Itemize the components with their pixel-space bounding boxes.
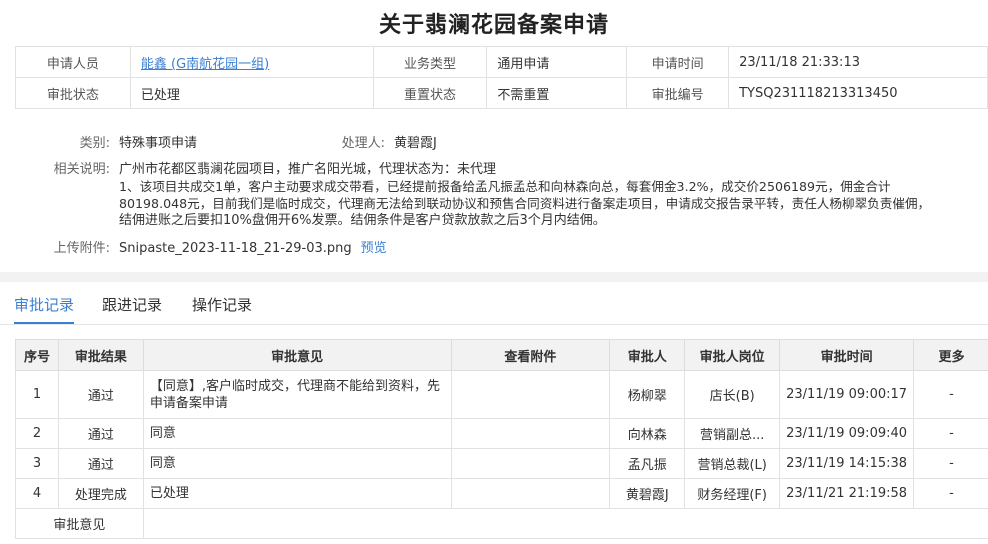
- category-label: 类别:: [79, 136, 110, 151]
- desc-label: 相关说明:: [53, 162, 110, 177]
- section-divider: [0, 272, 988, 282]
- approval-status-label: 审批状态: [15, 77, 131, 109]
- handler-value: 黄碧霞J: [394, 136, 437, 151]
- tab-operation-records[interactable]: 操作记录: [192, 284, 252, 324]
- table-row: 2 通过 同意 向林森 营销副总... 23/11/19 09:09:40 -: [15, 418, 988, 449]
- tab-approval-records[interactable]: 审批记录: [14, 284, 75, 324]
- table-footer-row: 审批意见: [15, 508, 988, 539]
- approval-no-value: TYSQ231118213313450: [728, 77, 988, 109]
- info-table: 申请人员 能鑫 (G南航花园一组) 业务类型 通用申请 申请时间 23/11/1…: [15, 46, 988, 109]
- tab-underline: [0, 324, 988, 325]
- apply-time-value: 23/11/18 21:33:13: [728, 46, 988, 78]
- table-row: 3 通过 同意 孟凡振 营销总裁(L) 23/11/19 14:15:38 -: [15, 448, 988, 479]
- business-type-value: 通用申请: [486, 46, 628, 78]
- header-result: 审批结果: [57, 339, 144, 371]
- applicant-link[interactable]: 能鑫 (G南航花园一组): [141, 57, 269, 72]
- header-time: 审批时间: [779, 339, 915, 371]
- table-row: 1 通过 【同意】,客户临时成交，代理商不能给到资料，先申请备案申请 杨柳翠 店…: [15, 370, 988, 419]
- attachment-filename: Snipaste_2023-11-18_21-29-03.png: [119, 241, 352, 256]
- page-title: 关于翡澜花园备案申请: [378, 13, 609, 38]
- approval-status-value: 已处理: [129, 77, 374, 109]
- apply-time-label: 申请时间: [626, 46, 730, 78]
- business-type-label: 业务类型: [372, 46, 488, 78]
- category-value: 特殊事项申请: [119, 136, 198, 151]
- header-opinion: 审批意见: [142, 339, 452, 371]
- table-row: 4 处理完成 已处理 黄碧霞J 财务经理(F) 23/11/21 21:19:5…: [15, 478, 988, 509]
- approval-opinion-footer-label: 审批意见: [15, 508, 144, 539]
- header-approver: 审批人: [609, 339, 686, 371]
- handler-label: 处理人:: [341, 136, 385, 151]
- header-post: 审批人岗位: [684, 339, 781, 371]
- approval-opinion-footer-value: [142, 508, 988, 539]
- header-attachment: 查看附件: [450, 339, 611, 371]
- approval-no-label: 审批编号: [626, 77, 730, 109]
- preview-link[interactable]: 预览: [361, 241, 387, 256]
- header-no: 序号: [15, 339, 59, 371]
- reset-status-value: 不需重置: [486, 77, 628, 109]
- tab-follow-up-records[interactable]: 跟进记录: [102, 284, 162, 324]
- table-header-row: 序号 审批结果 审批意见 查看附件 审批人 审批人岗位 审批时间 更多: [15, 339, 988, 371]
- applicant-label: 申请人员: [15, 46, 131, 78]
- header-more: 更多: [913, 339, 988, 371]
- approval-records-table: 序号 审批结果 审批意见 查看附件 审批人 审批人岗位 审批时间 更多 1 通过…: [15, 339, 988, 539]
- desc-text: 广州市花都区翡澜花园项目，推广名阳光城，代理状态为：未代理 1、该项目共成交1单…: [119, 162, 931, 228]
- attach-label: 上传附件:: [53, 241, 110, 256]
- reset-status-label: 重置状态: [372, 77, 488, 109]
